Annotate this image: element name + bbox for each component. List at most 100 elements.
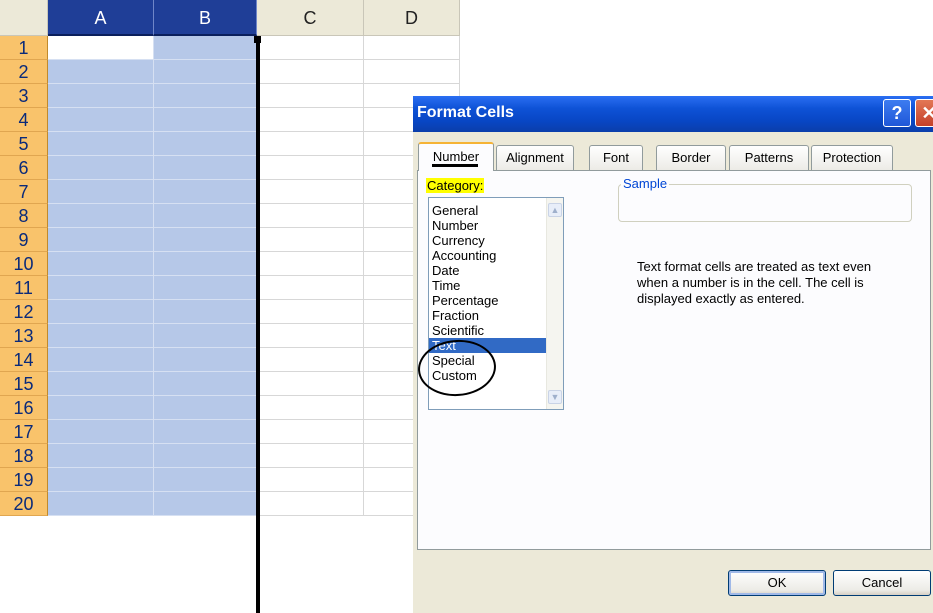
cell-c15[interactable]	[257, 372, 364, 396]
cell-b6[interactable]	[154, 156, 257, 180]
ok-button[interactable]: OK	[728, 570, 826, 596]
dialog-titlebar[interactable]: Format Cells ? ✕	[413, 96, 933, 132]
category-item-date[interactable]: Date	[429, 263, 547, 278]
category-item-time[interactable]: Time	[429, 278, 547, 293]
row-header-14[interactable]: 14	[0, 348, 48, 372]
cell-b3[interactable]	[154, 84, 257, 108]
row-header-11[interactable]: 11	[0, 276, 48, 300]
cell-b5[interactable]	[154, 132, 257, 156]
cell-a8[interactable]	[48, 204, 154, 228]
column-header-d[interactable]: D	[364, 0, 460, 36]
cell-b19[interactable]	[154, 468, 257, 492]
cell-c1[interactable]	[257, 36, 364, 60]
row-header-2[interactable]: 2	[0, 60, 48, 84]
category-item-percentage[interactable]: Percentage	[429, 293, 547, 308]
cell-c10[interactable]	[257, 252, 364, 276]
column-header-b[interactable]: B	[154, 0, 257, 36]
cell-c17[interactable]	[257, 420, 364, 444]
row-header-6[interactable]: 6	[0, 156, 48, 180]
scroll-up-arrow-icon[interactable]: ▲	[548, 203, 562, 217]
row-header-13[interactable]: 13	[0, 324, 48, 348]
cell-c20[interactable]	[257, 492, 364, 516]
cell-b8[interactable]	[154, 204, 257, 228]
category-item-scientific[interactable]: Scientific	[429, 323, 547, 338]
close-button[interactable]: ✕	[915, 99, 933, 127]
cell-c6[interactable]	[257, 156, 364, 180]
tab-border[interactable]: Border	[656, 145, 726, 170]
cell-c9[interactable]	[257, 228, 364, 252]
cell-c5[interactable]	[257, 132, 364, 156]
cell-d1[interactable]	[364, 36, 460, 60]
row-header-20[interactable]: 20	[0, 492, 48, 516]
cell-d2[interactable]	[364, 60, 460, 84]
cell-a17[interactable]	[48, 420, 154, 444]
cell-a11[interactable]	[48, 276, 154, 300]
tab-font[interactable]: Font	[589, 145, 643, 170]
row-header-16[interactable]: 16	[0, 396, 48, 420]
cell-b11[interactable]	[154, 276, 257, 300]
cell-c4[interactable]	[257, 108, 364, 132]
fill-handle[interactable]	[254, 36, 261, 43]
row-header-18[interactable]: 18	[0, 444, 48, 468]
cell-b4[interactable]	[154, 108, 257, 132]
cell-a20[interactable]	[48, 492, 154, 516]
cell-a18[interactable]	[48, 444, 154, 468]
row-header-7[interactable]: 7	[0, 180, 48, 204]
cell-b17[interactable]	[154, 420, 257, 444]
cell-c19[interactable]	[257, 468, 364, 492]
row-header-17[interactable]: 17	[0, 420, 48, 444]
column-header-a[interactable]: A	[48, 0, 154, 36]
cell-b2[interactable]	[154, 60, 257, 84]
cell-c13[interactable]	[257, 324, 364, 348]
cell-b13[interactable]	[154, 324, 257, 348]
cell-b7[interactable]	[154, 180, 257, 204]
row-header-3[interactable]: 3	[0, 84, 48, 108]
category-item-general[interactable]: General	[429, 203, 547, 218]
scroll-down-arrow-icon[interactable]: ▼	[548, 390, 562, 404]
tab-patterns[interactable]: Patterns	[729, 145, 809, 170]
cell-b15[interactable]	[154, 372, 257, 396]
category-item-accounting[interactable]: Accounting	[429, 248, 547, 263]
cell-c11[interactable]	[257, 276, 364, 300]
row-header-15[interactable]: 15	[0, 372, 48, 396]
tab-protection[interactable]: Protection	[811, 145, 893, 170]
row-header-4[interactable]: 4	[0, 108, 48, 132]
tab-number[interactable]: Number	[418, 142, 494, 171]
category-scrollbar[interactable]: ▲ ▼	[546, 198, 563, 409]
row-header-9[interactable]: 9	[0, 228, 48, 252]
help-button[interactable]: ?	[883, 99, 911, 127]
cell-c18[interactable]	[257, 444, 364, 468]
cell-b16[interactable]	[154, 396, 257, 420]
row-header-8[interactable]: 8	[0, 204, 48, 228]
cancel-button[interactable]: Cancel	[833, 570, 931, 596]
tab-alignment[interactable]: Alignment	[496, 145, 574, 170]
select-all-corner[interactable]	[0, 0, 48, 36]
category-item-currency[interactable]: Currency	[429, 233, 547, 248]
cell-a3[interactable]	[48, 84, 154, 108]
column-header-c[interactable]: C	[257, 0, 364, 36]
cell-a5[interactable]	[48, 132, 154, 156]
cell-a1[interactable]	[48, 36, 154, 60]
cell-b20[interactable]	[154, 492, 257, 516]
cell-c12[interactable]	[257, 300, 364, 324]
cell-a12[interactable]	[48, 300, 154, 324]
cell-b10[interactable]	[154, 252, 257, 276]
cell-c8[interactable]	[257, 204, 364, 228]
cell-b18[interactable]	[154, 444, 257, 468]
cell-b12[interactable]	[154, 300, 257, 324]
cell-a14[interactable]	[48, 348, 154, 372]
cell-c2[interactable]	[257, 60, 364, 84]
cell-a9[interactable]	[48, 228, 154, 252]
cell-a13[interactable]	[48, 324, 154, 348]
row-header-19[interactable]: 19	[0, 468, 48, 492]
cell-a6[interactable]	[48, 156, 154, 180]
row-header-12[interactable]: 12	[0, 300, 48, 324]
cell-c7[interactable]	[257, 180, 364, 204]
cell-b9[interactable]	[154, 228, 257, 252]
cell-a15[interactable]	[48, 372, 154, 396]
cell-c16[interactable]	[257, 396, 364, 420]
row-header-10[interactable]: 10	[0, 252, 48, 276]
cell-c3[interactable]	[257, 84, 364, 108]
cell-a7[interactable]	[48, 180, 154, 204]
cell-a19[interactable]	[48, 468, 154, 492]
